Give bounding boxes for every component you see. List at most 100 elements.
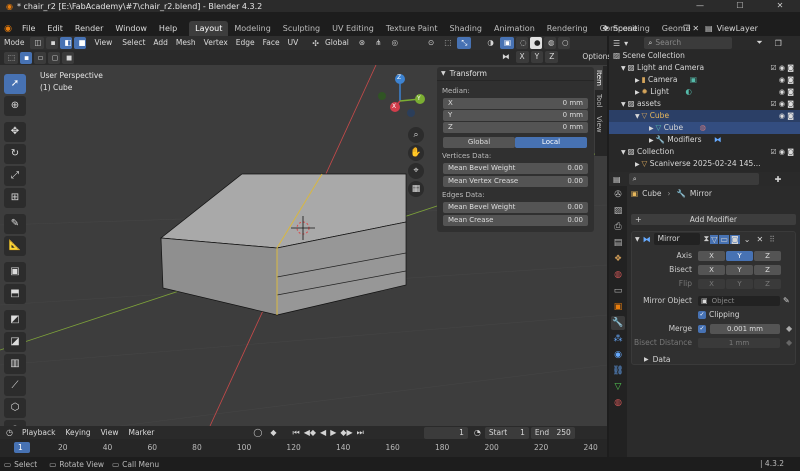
mean-vertex-crease-field[interactable]: Mean Vertex Crease 0.00 — [443, 176, 588, 187]
select-new-icon[interactable]: ▪ — [20, 51, 32, 64]
measure-tool-icon[interactable]: 📐 — [4, 236, 26, 256]
select-mode-box-icon[interactable]: ⬚ — [4, 51, 18, 64]
delete-modifier-icon[interactable]: ✕ — [756, 235, 763, 244]
object-tab-icon[interactable]: ▣ — [611, 300, 625, 314]
collection-tab-icon[interactable]: ▭ — [611, 284, 625, 298]
outliner-row-assets[interactable]: ▼ ▨ assets ☑ ◉ ◙ — [609, 98, 800, 110]
orientation-dropdown[interactable]: Global — [321, 37, 353, 49]
global-toggle[interactable]: Global — [443, 137, 515, 148]
bisect-x-toggle[interactable]: X — [698, 264, 725, 275]
flip-z-toggle[interactable]: Z — [754, 278, 781, 289]
outliner-editor-icon[interactable]: ☰ — [613, 39, 620, 48]
jump-end-icon[interactable]: ⏭ — [357, 428, 364, 438]
axis-x-toggle[interactable]: X — [698, 250, 725, 261]
tab-texture-paint[interactable]: Texture Paint — [380, 21, 444, 36]
select-box-icon[interactable]: ⬚ — [440, 37, 455, 49]
viewlayer-name[interactable]: ViewLayer — [717, 24, 758, 33]
median-x-field[interactable]: X 0 mm — [443, 98, 588, 109]
keyframe-type-icon[interactable]: ◆ — [270, 428, 276, 437]
edit-cage-icon[interactable]: ⧗ — [704, 234, 710, 244]
material-shading-icon[interactable]: ◍ — [543, 37, 556, 49]
view-layer-tab-icon[interactable]: ▤ — [611, 236, 625, 250]
move-tool-icon[interactable]: ✥ — [4, 122, 26, 142]
menu-uv[interactable]: UV — [284, 36, 303, 50]
modifier-menu-chevron-icon[interactable]: ⌄ — [744, 235, 751, 244]
close-button[interactable]: ✕ — [760, 0, 800, 12]
keyframe-dot-icon[interactable]: ◆ — [786, 324, 792, 333]
drag-handle-icon[interactable]: ⠿ — [769, 235, 775, 244]
cursor-tool-icon[interactable]: ⊕ — [4, 96, 26, 116]
end-frame-field[interactable]: End 250 — [530, 426, 575, 439]
poly-build-tool-icon[interactable]: ⬡ — [4, 398, 26, 418]
ortho-grid-icon[interactable]: ▦ — [408, 181, 424, 197]
autokey-record-icon[interactable]: ◯ — [253, 428, 262, 437]
delete-scene-icon[interactable]: ✕ — [692, 24, 699, 33]
menu-mesh[interactable]: Mesh — [172, 36, 200, 50]
outliner-row-light[interactable]: ▶ ✹ Light ◐ ◉ ◙ — [609, 86, 800, 98]
cube-mesh[interactable] — [160, 173, 407, 316]
chevron-down-icon[interactable]: ▼ — [441, 70, 446, 77]
proportional-edit-icon[interactable]: ◎ — [387, 37, 402, 49]
mirror-y-button[interactable]: Y — [530, 51, 544, 63]
menu-vertex[interactable]: Vertex — [200, 36, 232, 50]
physics-tab-icon[interactable]: ◉ — [611, 348, 625, 362]
pan-hand-icon[interactable]: ✋ — [408, 145, 424, 161]
flip-y-toggle[interactable]: Y — [726, 278, 753, 289]
mean-crease-field[interactable]: Mean Crease 0.00 — [443, 215, 588, 226]
annotate-tool-icon[interactable]: ✎ — [4, 214, 26, 234]
rotate-tool-icon[interactable]: ↻ — [4, 144, 26, 164]
tab-uv-editing[interactable]: UV Editing — [326, 21, 380, 36]
visibility-checkbox-icon[interactable]: ☑ ◉ ◙ — [770, 146, 794, 158]
pin-icon[interactable]: ⊙ — [424, 37, 438, 49]
scale-tool-icon[interactable]: ⤢ — [4, 166, 26, 186]
select-extend-icon[interactable]: ▫ — [34, 51, 46, 64]
output-tab-icon[interactable]: ⎙ — [611, 220, 625, 234]
menu-help[interactable]: Help — [153, 21, 183, 36]
edit-mode-toggle-icon[interactable]: ▽ — [710, 234, 719, 244]
zoom-icon[interactable]: ⌕ — [408, 127, 424, 143]
outliner-row-cube-mesh[interactable]: ▶ ▽ Cube ◍ — [609, 122, 800, 134]
local-toggle[interactable]: Local — [515, 137, 587, 148]
navigation-gizmo[interactable]: Z Y X — [374, 71, 430, 127]
start-frame-field[interactable]: Start 1 — [484, 426, 529, 439]
eye-icon[interactable]: ◉ ◙ — [779, 74, 794, 86]
median-y-field[interactable]: Y 0 mm — [443, 110, 588, 121]
merge-checkbox[interactable]: ✓ — [698, 324, 706, 333]
outliner-row-scene-collection[interactable]: ▨ Scene Collection — [609, 50, 800, 62]
bevel-tool-icon[interactable]: ◪ — [4, 332, 26, 352]
vertex-select-icon[interactable]: ▪ — [46, 37, 59, 49]
extrude-tool-icon[interactable]: ⬒ — [4, 284, 26, 304]
minimize-button[interactable]: — — [680, 0, 720, 12]
merge-distance-field[interactable]: 0.001 mm — [710, 323, 780, 334]
add-cube-tool-icon[interactable]: ▣ — [4, 262, 26, 282]
knife-tool-icon[interactable]: ⟋ — [4, 376, 26, 396]
mirror-x-button[interactable]: X — [515, 51, 529, 63]
keyframe-dot-icon[interactable]: ◆ — [786, 338, 792, 347]
flip-x-toggle[interactable]: X — [698, 278, 725, 289]
add-modifier-button[interactable]: + Add Modifier — [631, 214, 796, 225]
timeline-ruler[interactable]: 1 20 40 60 80 100 120 140 160 180 200 22… — [0, 439, 607, 457]
outliner-row-camera[interactable]: ▶ ▮ Camera ▣ ◉ ◙ — [609, 74, 800, 86]
outliner-row-scaniverse[interactable]: ▶ ▽ Scaniverse 2025-02-24 145... — [609, 158, 800, 170]
mirror-z-button[interactable]: Z — [545, 51, 559, 63]
filter-icon[interactable]: ⏷ — [756, 38, 762, 48]
tab-rendering[interactable]: Rendering — [541, 21, 594, 36]
menu-edit[interactable]: Edit — [41, 21, 69, 36]
sidebar-tab-view[interactable]: View — [595, 112, 603, 137]
prev-keyframe-icon[interactable]: ◀◆ — [304, 428, 316, 437]
select-invert-icon[interactable]: ◼ — [62, 51, 74, 64]
outliner-row-light-and-camera[interactable]: ▼ ▨ Light and Camera ☑ ◉ ◙ — [609, 62, 800, 74]
properties-search-input[interactable]: ⌕ — [628, 173, 759, 185]
wireframe-shading-icon[interactable]: ◌ — [515, 37, 528, 49]
clipping-checkbox[interactable]: ✓ — [698, 310, 706, 319]
pin-icon[interactable]: ✚ — [775, 175, 782, 184]
next-keyframe-icon[interactable]: ◆▶ — [340, 428, 352, 437]
xray-icon[interactable]: ▣ — [499, 37, 514, 49]
new-collection-icon[interactable]: ❐ — [775, 39, 782, 48]
material-tab-icon[interactable]: ◍ — [611, 396, 625, 410]
chevron-down-icon[interactable]: ▼ — [635, 236, 640, 243]
menu-view[interactable]: View — [88, 36, 118, 50]
use-preview-range-icon[interactable]: ◔ — [474, 428, 481, 437]
outliner-search-input[interactable]: ⌕ Search — [644, 37, 733, 49]
jump-start-icon[interactable]: ⏮ — [293, 428, 300, 438]
